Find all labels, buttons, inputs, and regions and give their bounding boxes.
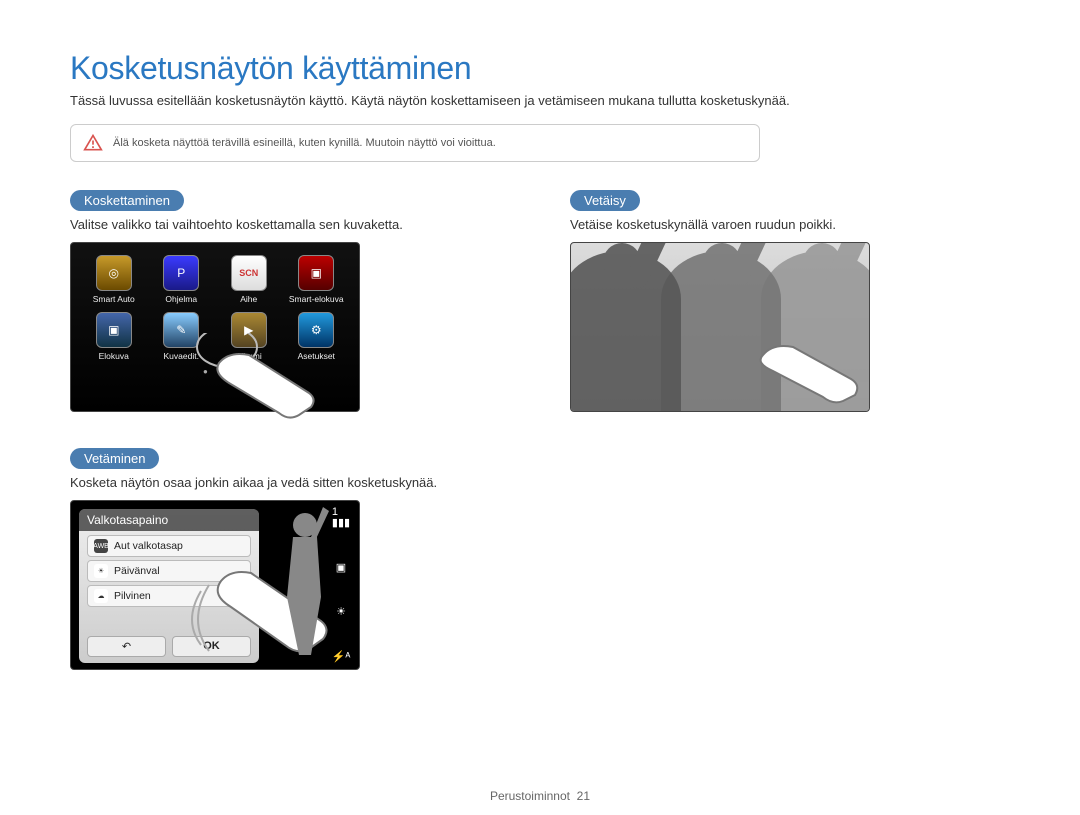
desc-flicking: Vetäise kosketuskynällä varoen ruudun po… — [570, 217, 990, 232]
scene-icon: SCN — [231, 255, 267, 291]
counter-label: 1 ▮▮▮ — [332, 507, 350, 529]
desc-touching: Valitse valikko tai vaihtoehto koskettam… — [70, 217, 530, 232]
ok-button: OK — [172, 636, 251, 657]
app-elokuva: ▣ Elokuva — [81, 312, 147, 361]
touch-screen-illustration: ◎ Smart Auto P Ohjelma SCN Aihe ▣ Smart-… — [70, 242, 360, 412]
app-smart-auto: ◎ Smart Auto — [81, 255, 147, 304]
app-kuvaedit: ✎ Kuvaedit. — [149, 312, 215, 361]
app-aihe: SCN Aihe — [216, 255, 282, 304]
warning-text: Älä kosketa näyttöä terävillä esineillä,… — [113, 137, 496, 149]
mode-icon: ▣ — [336, 563, 346, 574]
page-title: Kosketusnäytön käyttäminen — [70, 50, 1010, 87]
page-intro: Tässä luvussa esitellään kosketusnäytön … — [70, 93, 1010, 108]
settings-icon: ⚙ — [298, 312, 334, 348]
movie-icon: ▣ — [96, 312, 132, 348]
section-flicking: Vetäisy Vetäise kosketuskynällä varoen r… — [570, 190, 990, 412]
app-smart-elokuva: ▣ Smart-elokuva — [284, 255, 350, 304]
desc-dragging: Kosketa näytön osaa jonkin aikaa ja vedä… — [70, 475, 530, 490]
footer-section: Perustoiminnot — [490, 789, 570, 803]
page-footer: Perustoiminnot 21 — [0, 789, 1080, 803]
album-icon: ▶ — [231, 312, 267, 348]
sun-icon: ☀ — [94, 564, 108, 578]
brightness-icon: ☀ — [336, 607, 346, 618]
app-albumi: ▶ Albumi — [216, 312, 282, 361]
person-silhouette — [271, 507, 331, 657]
wb-item-daylight: ☀ Päivänval — [87, 560, 251, 582]
section-touching: Koskettaminen Valitse valikko tai vaihto… — [70, 190, 530, 412]
wb-item-cloudy: ☁ Pilvinen — [87, 585, 251, 607]
wb-panel-title: Valkotasapaino — [79, 509, 259, 531]
back-button: ↶ — [87, 636, 166, 657]
drag-screen-illustration: Valkotasapaino AWB Aut valkotasap ☀ Päiv… — [70, 500, 360, 670]
wb-item-auto: AWB Aut valkotasap — [87, 535, 251, 557]
warning-box: Älä kosketa näyttöä terävillä esineillä,… — [70, 124, 760, 162]
camera-icon: ◎ — [96, 255, 132, 291]
app-asetukset: ⚙ Asetukset — [284, 312, 350, 361]
warning-icon — [83, 133, 103, 153]
wb-side-indicators: 1 ▮▮▮ ▣ ☀ ⚡ᴬ — [329, 507, 353, 663]
edit-icon: ✎ — [163, 312, 199, 348]
flick-screen-illustration — [570, 242, 870, 412]
heading-flicking: Vetäisy — [570, 190, 640, 211]
program-icon: P — [163, 255, 199, 291]
section-dragging: Vetäminen Kosketa näytön osaa jonkin aik… — [70, 448, 530, 670]
heading-dragging: Vetäminen — [70, 448, 159, 469]
page-indicator: ● ○ — [81, 367, 349, 376]
awb-icon: AWB — [94, 539, 108, 553]
heading-touching: Koskettaminen — [70, 190, 184, 211]
smart-movie-icon: ▣ — [298, 255, 334, 291]
flash-icon: ⚡ᴬ — [332, 652, 351, 663]
cloud-icon: ☁ — [94, 589, 108, 603]
footer-page-number: 21 — [577, 789, 590, 803]
app-ohjelma: P Ohjelma — [149, 255, 215, 304]
